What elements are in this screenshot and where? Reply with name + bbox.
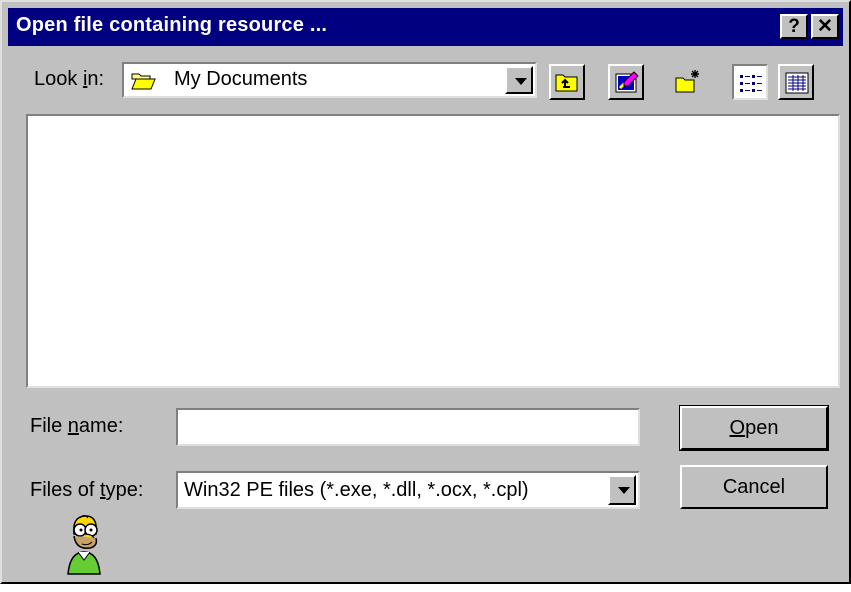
create-new-folder-button[interactable]: [670, 64, 706, 100]
desktop-icon: [614, 70, 640, 99]
files-of-type-combo[interactable]: Win32 PE files (*.exe, *.dll, *.ocx, *.c…: [176, 471, 640, 509]
files-of-type-value: Win32 PE files (*.exe, *.dll, *.ocx, *.c…: [184, 479, 529, 501]
cancel-button[interactable]: Cancel: [680, 465, 828, 509]
details-view-icon: [785, 72, 809, 99]
help-button[interactable]: ?: [780, 14, 808, 39]
cartoon-character-icon: [60, 512, 108, 581]
up-one-level-button[interactable]: [549, 64, 585, 100]
list-view-icon: [739, 72, 763, 99]
files-of-type-label: Files of type:: [30, 479, 144, 501]
details-view-button[interactable]: [778, 64, 814, 100]
look-in-dropdown-button[interactable]: [505, 66, 533, 94]
file-list-view[interactable]: [26, 114, 840, 388]
look-in-value: My Documents: [174, 68, 308, 90]
new-folder-icon: [674, 68, 702, 99]
file-name-input[interactable]: [176, 408, 640, 446]
files-of-type-dropdown-button[interactable]: [608, 475, 636, 505]
look-in-combo[interactable]: My Documents: [122, 62, 537, 98]
file-name-label: File name:: [30, 415, 124, 437]
list-view-button[interactable]: [732, 64, 768, 100]
up-one-level-icon: [555, 71, 579, 98]
close-button[interactable]: ✕: [811, 14, 839, 39]
look-in-label: Look in:: [34, 68, 105, 90]
open-folder-icon: [130, 69, 156, 96]
window-title: Open file containing resource ...: [16, 14, 328, 36]
open-file-dialog: Open file containing resource ... ? ✕ Lo…: [0, 0, 851, 584]
title-bar[interactable]: Open file containing resource ... ? ✕: [8, 8, 843, 46]
desktop-button[interactable]: [608, 64, 644, 100]
open-button[interactable]: Open: [679, 405, 829, 451]
